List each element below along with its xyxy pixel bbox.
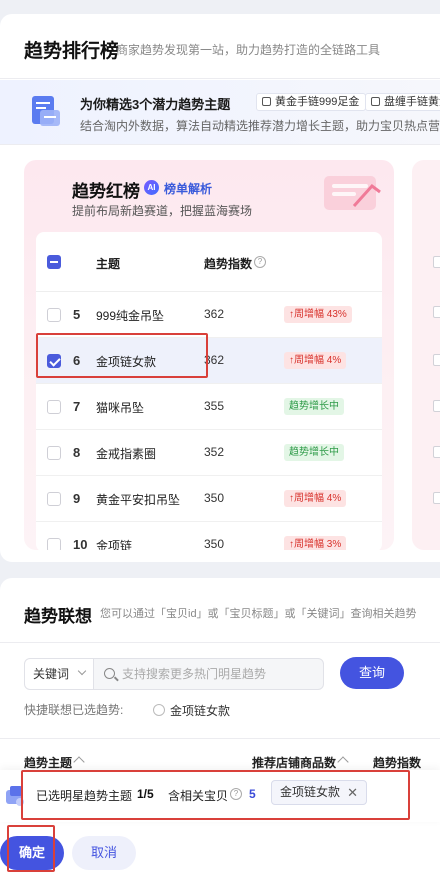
- table-divider: [0, 738, 440, 739]
- growth-tag: ↑周增幅 4%: [284, 352, 347, 369]
- sort-icon: [73, 756, 85, 768]
- row-rank: 9: [73, 491, 81, 506]
- page-title: 趋势排行榜: [24, 41, 120, 62]
- highlight-confirm-button: [7, 825, 55, 872]
- table-row[interactable]: 9 黄金平安扣吊坠 350 ↑周增幅 4%: [36, 476, 382, 522]
- trend-red-table: 主题 趋势指数 ? 5 999纯金吊坠 362 ↑周增幅 43% 6 金项链女款…: [36, 232, 382, 550]
- header-divider: [0, 78, 440, 79]
- column-topic: 主题: [96, 257, 121, 271]
- row-index: 350: [204, 491, 225, 505]
- row-checkbox[interactable]: [433, 400, 440, 412]
- search-type-select[interactable]: 关键词: [24, 658, 94, 690]
- row-rank: 10: [73, 537, 88, 550]
- column-label: 趋势指数: [373, 756, 422, 770]
- search-input[interactable]: [122, 659, 317, 689]
- ranking-analysis-link[interactable]: 榜单解析: [164, 180, 212, 197]
- trend-association-card: 趋势联想 您可以通过「宝贝id」或「宝贝标题」或「关键词」查询相关趋势 关键词 …: [0, 578, 440, 880]
- help-icon[interactable]: ?: [254, 256, 266, 268]
- highlight-selected-row: [36, 333, 208, 378]
- association-divider: [0, 642, 440, 643]
- column-recommended-count[interactable]: 推荐店铺商品数: [252, 754, 349, 771]
- page-subtitle: 商家趋势发现第一站，助力趋势打造的全链路工具: [116, 43, 381, 57]
- table-row[interactable]: 7 猫咪吊坠 355 趋势增长中: [36, 384, 382, 430]
- row-rank: 8: [73, 445, 81, 460]
- column-label: 推荐店铺商品数: [252, 756, 337, 770]
- row-index: 350: [204, 537, 225, 550]
- promo-chip-label: 盘缠手链黄金: [384, 96, 440, 108]
- trend-red-subtitle: 提前布局新趋赛道，把握蓝海赛场: [72, 204, 253, 218]
- row-checkbox[interactable]: [47, 308, 61, 322]
- column-trend-topic[interactable]: 趋势主题: [24, 754, 85, 771]
- row-topic: 黄金平安扣吊坠: [96, 493, 181, 507]
- growth-tag: ↑周增幅 4%: [284, 490, 347, 507]
- column-trend-index[interactable]: 趋势指数: [373, 754, 421, 771]
- select-all-checkbox[interactable]: [47, 255, 61, 269]
- quick-option-radio[interactable]: [153, 704, 165, 716]
- row-checkbox[interactable]: [47, 492, 61, 506]
- chevron-down-icon: [77, 666, 87, 676]
- quick-option-label[interactable]: 金项链女款: [170, 702, 230, 719]
- row-rank: 5: [73, 307, 81, 322]
- row-index: 355: [204, 399, 225, 413]
- promo-divider: [0, 144, 440, 145]
- row-checkbox[interactable]: [433, 492, 440, 504]
- promo-chip-label: 黄金手链999足金: [275, 96, 360, 108]
- row-checkbox[interactable]: [433, 446, 440, 458]
- growth-tag: ↑周增幅 43%: [284, 306, 352, 323]
- row-checkbox[interactable]: [433, 256, 440, 268]
- table-row[interactable]: 5 999纯金吊坠 362 ↑周增幅 43%: [36, 292, 382, 338]
- table-row[interactable]: 10 金项链 350 ↑周增幅 3%: [36, 522, 382, 550]
- promo-banner: 为你精选3个潜力趋势主题 黄金手链999足金 盘缠手链黄金 结合淘内外数据，算法…: [0, 80, 440, 144]
- row-index: 352: [204, 445, 225, 459]
- row-rank: 7: [73, 399, 81, 414]
- row-topic: 999纯金吊坠: [96, 309, 165, 323]
- promo-title: 为你精选3个潜力趋势主题: [80, 97, 231, 112]
- growth-tag: 趋势增长中: [284, 398, 344, 415]
- document-icon: [32, 96, 60, 126]
- row-checkbox[interactable]: [433, 306, 440, 318]
- column-label: 趋势主题: [24, 756, 73, 770]
- highlight-selection-bar: [21, 770, 410, 820]
- cancel-button[interactable]: 取消: [72, 836, 136, 870]
- row-topic: 金戒指素圈: [96, 447, 157, 461]
- promo-chip-1[interactable]: 黄金手链999足金: [256, 93, 367, 111]
- secondary-ranking-panel: [412, 160, 440, 550]
- row-index: 362: [204, 307, 225, 321]
- trend-red-title: 趋势红榜: [72, 182, 140, 201]
- search-type-value: 关键词: [33, 667, 70, 681]
- query-button[interactable]: 查询: [340, 657, 404, 689]
- association-title: 趋势联想: [24, 607, 92, 626]
- row-checkbox[interactable]: [47, 538, 61, 550]
- row-topic: 猫咪吊坠: [96, 401, 145, 415]
- ai-icon: AI: [144, 180, 159, 195]
- tag-icon: [371, 97, 380, 106]
- row-checkbox[interactable]: [433, 354, 440, 366]
- row-checkbox[interactable]: [47, 400, 61, 414]
- promo-description: 结合淘内外数据，算法自动精选推荐潜力增长主题，助力宝贝热点营销: [80, 119, 440, 133]
- quick-association-label: 快捷联想已选趋势:: [24, 703, 124, 717]
- promo-chip-2[interactable]: 盘缠手链黄金: [365, 93, 440, 111]
- tag-icon: [262, 97, 271, 106]
- association-subtitle: 您可以通过「宝贝id」或「宝贝标题」或「关键词」查询相关趋势: [100, 608, 417, 620]
- table-row[interactable]: 8 金戒指素圈 352 趋势增长中: [36, 430, 382, 476]
- table-header: 主题 趋势指数 ?: [36, 232, 382, 292]
- search-box[interactable]: [93, 658, 324, 690]
- search-icon: [104, 668, 115, 679]
- sort-icon: [337, 756, 349, 768]
- growth-tag: ↑周增幅 3%: [284, 536, 347, 550]
- column-index: 趋势指数: [204, 257, 253, 271]
- growth-tag: 趋势增长中: [284, 444, 344, 461]
- row-topic: 金项链: [96, 539, 133, 550]
- decorative-chart-illustration: [324, 176, 381, 210]
- row-checkbox[interactable]: [47, 446, 61, 460]
